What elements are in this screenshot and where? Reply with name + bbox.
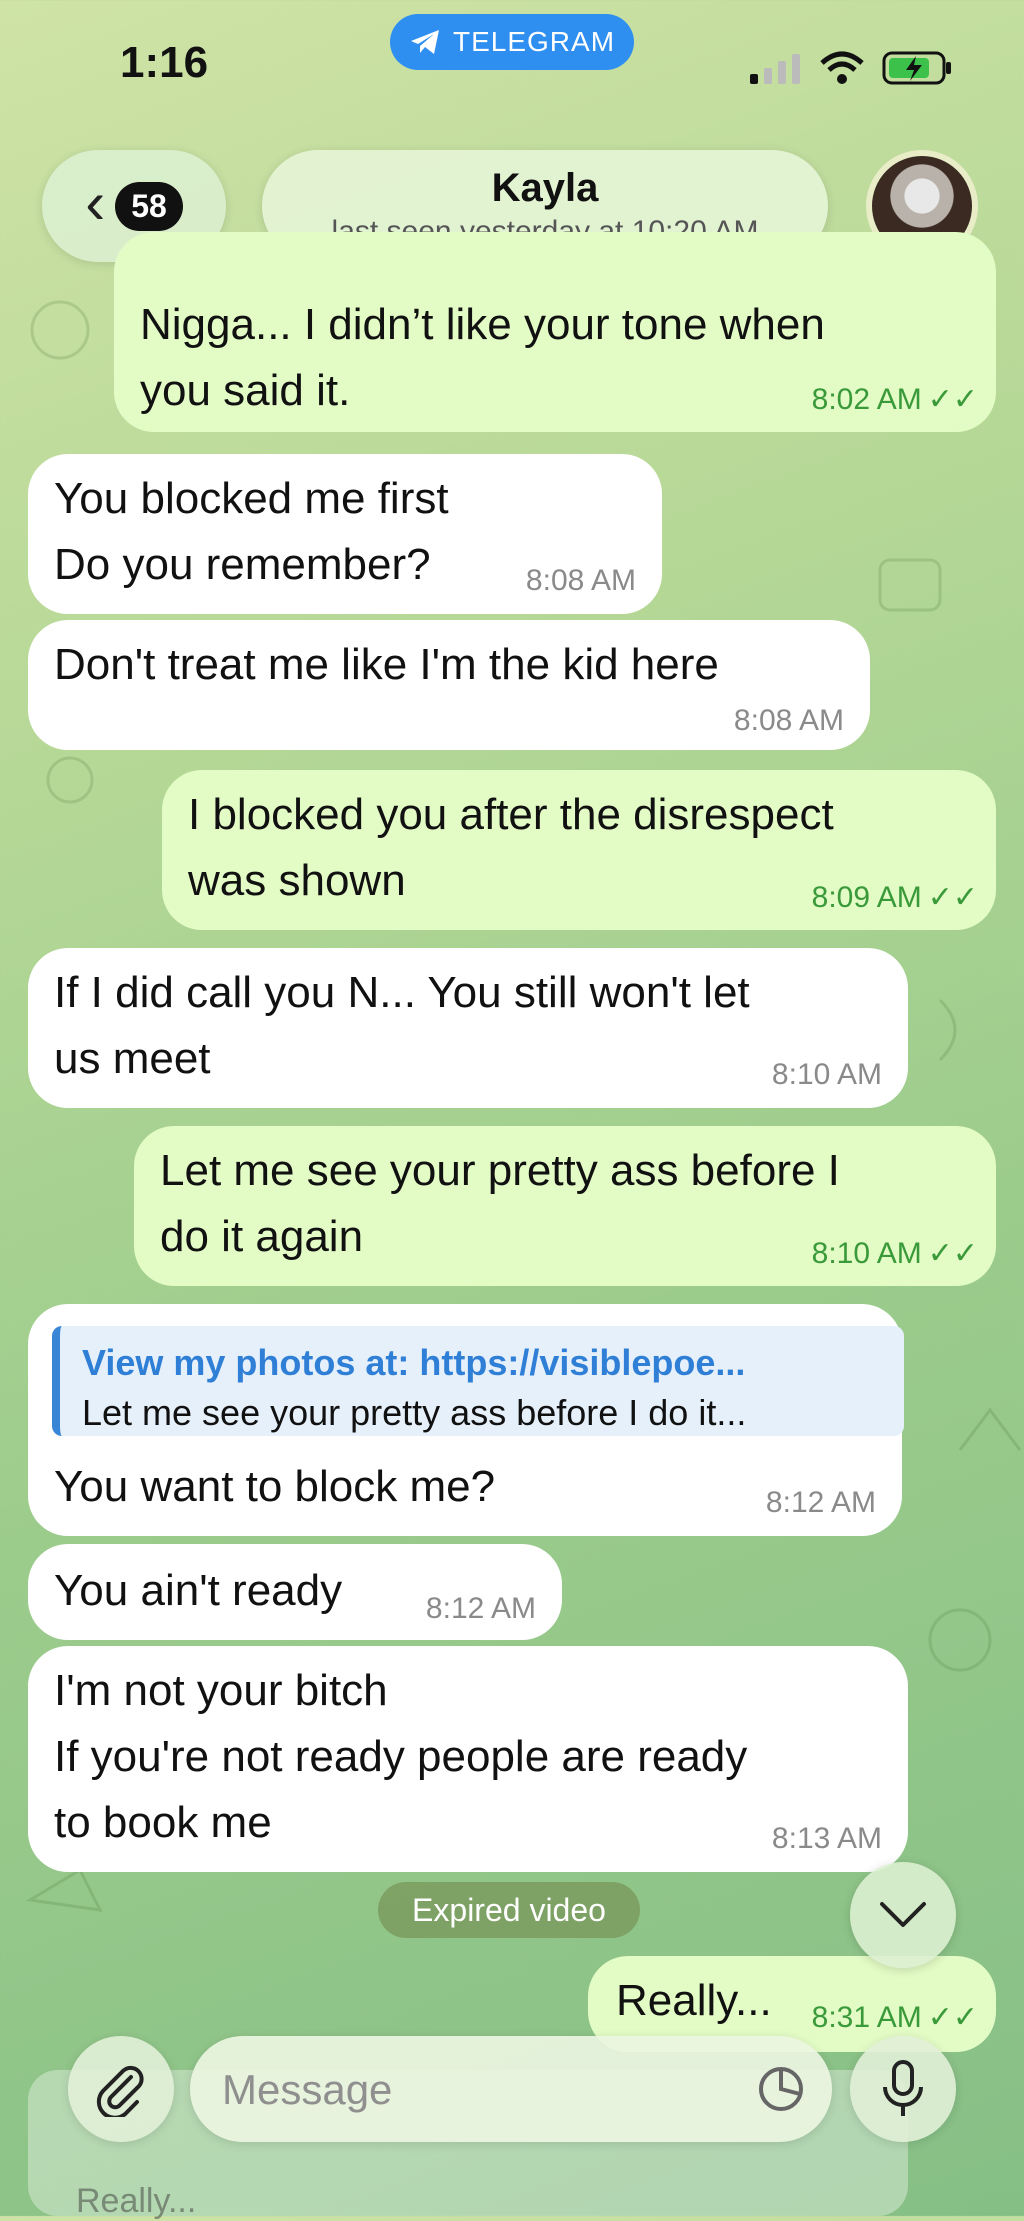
message-text: If I did call you N... You still won't l…: [54, 968, 750, 1083]
paperclip-icon: [96, 2065, 144, 2117]
message-text: You want to block me?: [54, 1462, 496, 1511]
message-bubble-incoming[interactable]: I'm not your bitch If you're not ready p…: [28, 1646, 908, 1872]
message-input[interactable]: Message: [190, 2036, 832, 2142]
unread-count-badge: 58: [115, 181, 183, 231]
wifi-icon: [820, 51, 864, 84]
message-time: 8:08 AM: [733, 704, 844, 737]
read-check-icon: ✓✓: [927, 881, 978, 914]
signal-icon: [750, 54, 800, 84]
telegram-plane-icon: [410, 30, 439, 54]
message-time: 8:12 AM: [425, 1592, 536, 1625]
message-text: Nigga... I didn’t like your tone when yo…: [140, 300, 825, 415]
reply-preview-title: View my photos at: https://visiblepoe...: [82, 1342, 746, 1383]
message-text: Really...: [616, 1976, 772, 2025]
scroll-to-bottom-button[interactable]: [850, 1862, 956, 1968]
read-check-icon: ✓✓: [927, 1237, 978, 1270]
battery-charging-icon: [882, 51, 951, 85]
message-time: 8:10 AM ✓✓: [812, 1236, 978, 1271]
time-label: 8:31 AM: [811, 2001, 922, 2034]
message-input-placeholder: Message: [222, 2066, 393, 2113]
message-text: You ain't ready: [54, 1566, 343, 1615]
telegram-pill-label: TELEGRAM: [452, 26, 616, 57]
read-check-icon: ✓✓: [927, 2001, 978, 2034]
chevron-down-icon: [880, 1902, 926, 1927]
message-bubble-incoming[interactable]: You blocked me first Do you remember? 8:…: [28, 454, 662, 614]
time-label: 8:10 AM: [811, 1237, 922, 1270]
message-bubble-incoming-with-reply[interactable]: View my photos at: https://visiblepoe...…: [28, 1304, 904, 1536]
message-time: 8:09 AM ✓✓: [812, 880, 978, 915]
telegram-pill[interactable]: TELEGRAM: [390, 14, 634, 70]
message-time: 8:13 AM: [771, 1822, 882, 1855]
message-time: 8:31 AM ✓✓: [812, 2000, 978, 2035]
microphone-icon: [883, 2060, 923, 2116]
message-text: I blocked you after the disrespect was s…: [188, 790, 834, 905]
reply-preview[interactable]: View my photos at: https://visiblepoe...…: [52, 1326, 904, 1436]
message-bubble-incoming[interactable]: You ain't ready 8:12 AM: [28, 1544, 562, 1640]
time-label: 8:09 AM: [811, 881, 922, 914]
status-icons: [750, 50, 954, 86]
message-bubble-outgoing[interactable]: I blocked you after the disrespect was s…: [162, 770, 996, 930]
message-time: 8:02 AM ✓✓: [812, 382, 978, 417]
status-time: 1:16: [120, 38, 209, 87]
message-time: 8:12 AM: [765, 1486, 876, 1519]
message-text: Don't treat me like I'm the kid here: [54, 640, 719, 689]
message-bubble-incoming[interactable]: If I did call you N... You still won't l…: [28, 948, 908, 1108]
chevron-left-icon: ‹: [85, 169, 106, 236]
microphone-button[interactable]: [850, 2036, 956, 2142]
message-bubble-outgoing[interactable]: Let me see your pretty ass before I do i…: [134, 1126, 996, 1286]
contact-name: Kayla: [491, 166, 599, 210]
read-check-icon: ✓✓: [927, 383, 978, 416]
expired-video-service-message: Expired video: [378, 1882, 640, 1938]
time-label: 8:02 AM: [811, 383, 922, 416]
message-text: I'm not your bitch If you're not ready p…: [54, 1666, 748, 1847]
message-text: Let me see your pretty ass before I do i…: [160, 1146, 840, 1261]
message-bubble-incoming[interactable]: Don't treat me like I'm the kid here 8:0…: [28, 620, 870, 750]
message-bubble-outgoing[interactable]: Nigga... I didn’t like your tone when yo…: [114, 232, 996, 432]
reflected-message-text: Really...: [76, 2182, 197, 2220]
message-text: You blocked me first Do you remember?: [54, 474, 449, 589]
sticker-icon[interactable]: [756, 2064, 806, 2114]
message-time: 8:10 AM: [771, 1058, 882, 1091]
attach-button[interactable]: [68, 2036, 174, 2142]
status-bar: 1:16 TELEGRAM: [0, 0, 1024, 120]
message-time: 8:08 AM: [525, 564, 636, 597]
reply-preview-text: Let me see your pretty ass before I do i…: [82, 1392, 747, 1433]
